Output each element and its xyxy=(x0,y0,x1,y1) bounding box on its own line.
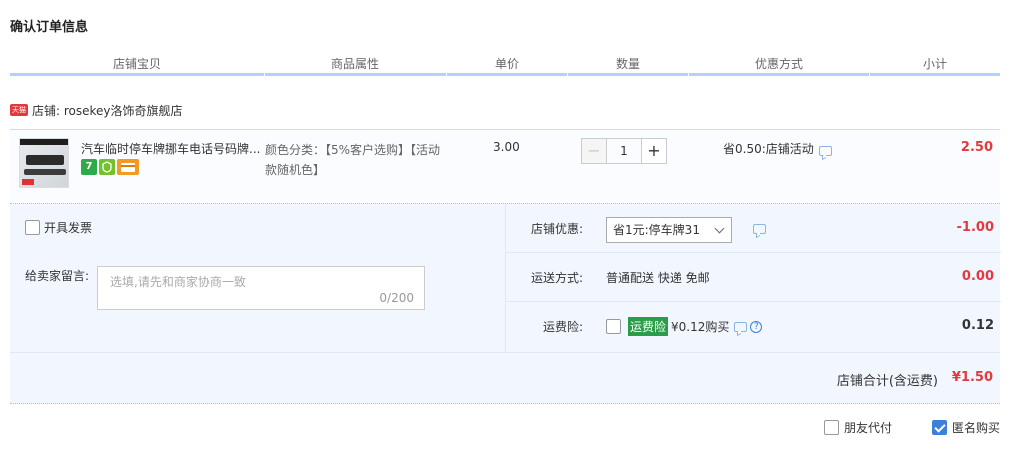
column-header: 店铺宝贝 商品属性 单价 数量 优惠方式 小计 xyxy=(10,52,1000,76)
quantity-stepper: − 1 + xyxy=(581,138,667,164)
store-discount-selected: 省1元:停车牌31 xyxy=(613,223,700,237)
shipping-label: 运送方式: xyxy=(530,271,583,285)
insurance-price: ¥0.12购买 xyxy=(671,320,730,334)
shop-total-label: 店铺合计(含运费) xyxy=(836,374,938,389)
order-summary-fields: 店铺优惠: 省1元:停车牌31 -1.00 运送方式: 普通配送 快递 免邮 0… xyxy=(505,204,1001,352)
item-subtotal: 2.50 xyxy=(960,140,993,155)
invoice-label: 开具发票 xyxy=(44,221,93,235)
message-char-count: 0/200 xyxy=(379,291,414,305)
discount-text: 省0.50:店铺活动 xyxy=(723,142,814,156)
insurance-tag: 运费险 xyxy=(628,317,669,336)
message-textarea[interactable]: 选填,请先和商家协商一致 0/200 xyxy=(97,266,425,310)
chat-bubble-icon[interactable] xyxy=(734,321,748,332)
shop-name[interactable]: 店铺: rosekey洛饰奇旗舰店 xyxy=(32,102,183,119)
store-discount-select[interactable]: 省1元:停车牌31 xyxy=(606,217,732,243)
store-discount-label: 店铺优惠: xyxy=(530,222,583,236)
unit-price: 3.00 xyxy=(493,140,520,154)
seven-day-return-icon[interactable]: 7 xyxy=(81,159,97,175)
col-subtotal: 小计 xyxy=(922,57,947,71)
insurance-amount: 0.12 xyxy=(961,318,994,333)
chevron-down-icon xyxy=(714,223,725,234)
credit-card-icon[interactable] xyxy=(117,159,139,175)
tmall-badge-icon: 天猫 xyxy=(10,104,28,116)
insurance-option: 运费险 ¥0.12购买 ? xyxy=(606,317,763,336)
col-quantity: 数量 xyxy=(615,57,640,71)
shipping-row: 运送方式: 普通配送 快递 免邮 0.00 xyxy=(506,253,1001,302)
message-label: 给卖家留言: xyxy=(25,269,90,283)
quantity-input[interactable]: 1 xyxy=(607,138,641,164)
help-icon[interactable]: ? xyxy=(750,320,763,333)
insurance-label: 运费险: xyxy=(542,320,583,334)
cart-item: 汽车临时停车牌挪车电话号码牌... 7 颜色分类：【5%客户选购】【活动款随机色… xyxy=(10,129,1000,204)
col-attributes: 商品属性 xyxy=(330,57,379,71)
insurance-row: 运费险: 运费险 ¥0.12购买 ? 0.12 xyxy=(506,302,1001,351)
shipping-method: 普通配送 快递 免邮 xyxy=(606,271,710,285)
chat-bubble-icon[interactable] xyxy=(818,145,832,156)
store-discount-row: 店铺优惠: 省1元:停车牌31 -1.00 xyxy=(506,204,1001,253)
product-thumbnail[interactable] xyxy=(19,138,69,188)
shop-total-bar: 店铺合计(含运费) ¥1.50 xyxy=(10,352,1000,404)
decrease-quantity-button[interactable]: − xyxy=(581,138,607,164)
friend-pay-checkbox[interactable] xyxy=(824,420,839,435)
shipping-amount: 0.00 xyxy=(961,269,994,284)
invoice-checkbox[interactable] xyxy=(25,220,40,235)
chat-bubble-icon[interactable] xyxy=(753,224,766,234)
shop-row: 天猫 店铺: rosekey洛饰奇旗舰店 xyxy=(10,101,183,119)
anonymous-purchase-option[interactable]: 匿名购买 xyxy=(932,419,1000,436)
shield-icon[interactable] xyxy=(99,159,115,175)
insurance-checkbox[interactable] xyxy=(606,319,621,334)
col-price: 单价 xyxy=(494,57,519,71)
friend-pay-label: 朋友代付 xyxy=(844,421,893,435)
discount-method: 省0.50:店铺活动 xyxy=(723,140,832,157)
col-shop-item: 店铺宝贝 xyxy=(112,57,161,71)
increase-quantity-button[interactable]: + xyxy=(641,138,667,164)
col-discount: 优惠方式 xyxy=(754,57,803,71)
anonymous-purchase-checkbox[interactable] xyxy=(932,420,947,435)
order-options-panel: 开具发票 给卖家留言: 选填,请先和商家协商一致 0/200 店铺优惠: 省1元… xyxy=(10,204,1001,352)
shop-total-amount: ¥1.50 xyxy=(951,370,993,385)
service-icons: 7 xyxy=(81,159,139,175)
anonymous-purchase-label: 匿名购买 xyxy=(952,421,1001,435)
store-discount-amount: -1.00 xyxy=(956,220,994,235)
friend-pay-option[interactable]: 朋友代付 xyxy=(824,419,892,436)
product-attributes: 颜色分类：【5%客户选购】【活动款随机色】 xyxy=(265,143,441,177)
page-title: 确认订单信息 xyxy=(10,20,89,35)
invoice-option[interactable]: 开具发票 xyxy=(25,219,92,236)
message-placeholder: 选填,请先和商家协商一致 xyxy=(110,275,246,289)
product-title[interactable]: 汽车临时停车牌挪车电话号码牌... xyxy=(81,140,261,157)
